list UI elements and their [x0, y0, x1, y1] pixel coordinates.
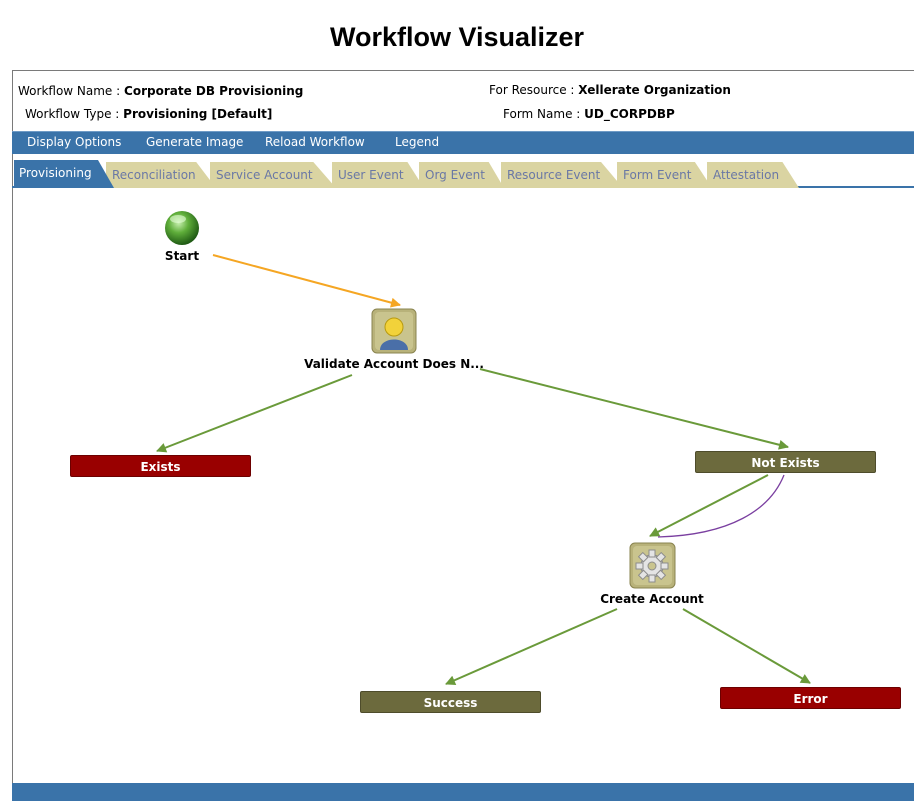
exists-status-box[interactable]: Exists — [70, 455, 251, 477]
edge-start-validate — [212, 254, 401, 308]
success-status-box[interactable]: Success — [360, 691, 541, 713]
start-node-icon[interactable] — [165, 211, 199, 245]
validate-node-label: Validate Account Does N... — [304, 357, 484, 371]
edge-validate-exists — [156, 374, 353, 453]
edge-create-error — [682, 608, 811, 684]
start-node-label: Start — [164, 249, 200, 263]
edge-create-success — [445, 608, 618, 685]
user-task-icon[interactable] — [371, 308, 417, 354]
create-account-label: Create Account — [600, 592, 704, 606]
bottom-bar — [12, 783, 914, 801]
gear-icon[interactable] — [629, 542, 676, 589]
not-exists-status-box[interactable]: Not Exists — [695, 451, 876, 473]
error-status-box[interactable]: Error — [720, 687, 901, 709]
edge-not-exists-create — [649, 474, 769, 537]
edge-validate-not-exists — [479, 368, 789, 450]
edge-not-exists-create-loop — [657, 474, 785, 538]
workflow-graph — [156, 211, 811, 685]
